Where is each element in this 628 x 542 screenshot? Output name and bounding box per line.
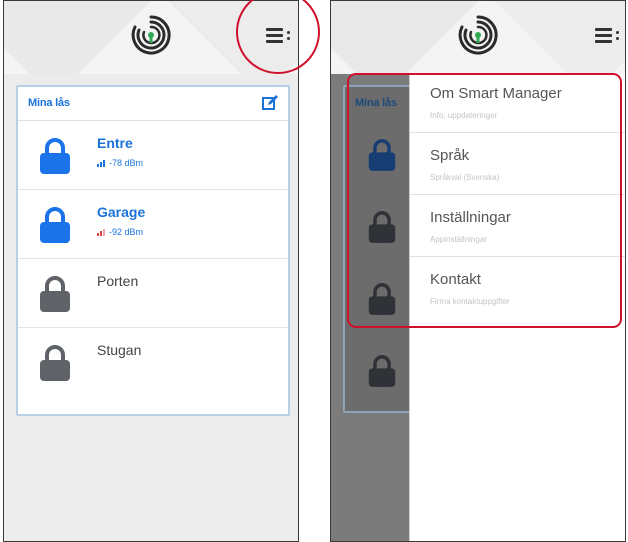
lock-name: Entre xyxy=(97,135,133,151)
menu-icon-dot xyxy=(616,31,619,34)
menu-highlight-circle xyxy=(236,0,320,74)
lock-icon xyxy=(40,276,70,312)
signal-icon xyxy=(97,229,105,236)
app-header xyxy=(331,1,625,74)
edit-icon[interactable] xyxy=(262,95,278,111)
phone-screen-main: Mina lås Entre -78 dBm Garage -92 dBm Po… xyxy=(3,0,299,542)
signal-value: -78 dBm xyxy=(109,158,144,168)
lock-name: Garage xyxy=(97,204,146,220)
main-content: Mina lås Entre -78 dBm Garage -92 dBm Po… xyxy=(4,74,298,541)
menu-icon-bar xyxy=(595,40,612,43)
lock-row-entre[interactable]: Entre -78 dBm xyxy=(18,121,288,190)
menu-icon-dot xyxy=(616,37,619,40)
app-logo-icon xyxy=(458,15,498,55)
lock-row-porten[interactable]: Porten xyxy=(18,259,288,328)
lock-row-garage[interactable]: Garage -92 dBm xyxy=(18,190,288,259)
card-title: Mina lås xyxy=(28,97,70,109)
signal-value: -92 dBm xyxy=(109,227,144,237)
signal-icon xyxy=(97,160,105,167)
app-logo-icon xyxy=(131,15,171,55)
signal-strength: -92 dBm xyxy=(97,227,143,237)
signal-strength: -78 dBm xyxy=(97,158,143,168)
menu-button[interactable] xyxy=(595,25,621,47)
lock-name: Porten xyxy=(97,273,139,289)
lock-icon xyxy=(40,345,70,381)
lock-name: Stugan xyxy=(97,342,142,358)
lock-icon xyxy=(40,207,70,243)
menu-icon-bar xyxy=(595,34,612,37)
lock-icon xyxy=(40,138,70,174)
menu-icon xyxy=(595,28,612,31)
lock-icon xyxy=(368,355,396,387)
lock-row-stugan[interactable]: Stugan xyxy=(18,328,288,397)
locks-card: Mina lås Entre -78 dBm Garage -92 dBm Po… xyxy=(16,85,290,416)
menu-highlight-box xyxy=(347,73,622,328)
